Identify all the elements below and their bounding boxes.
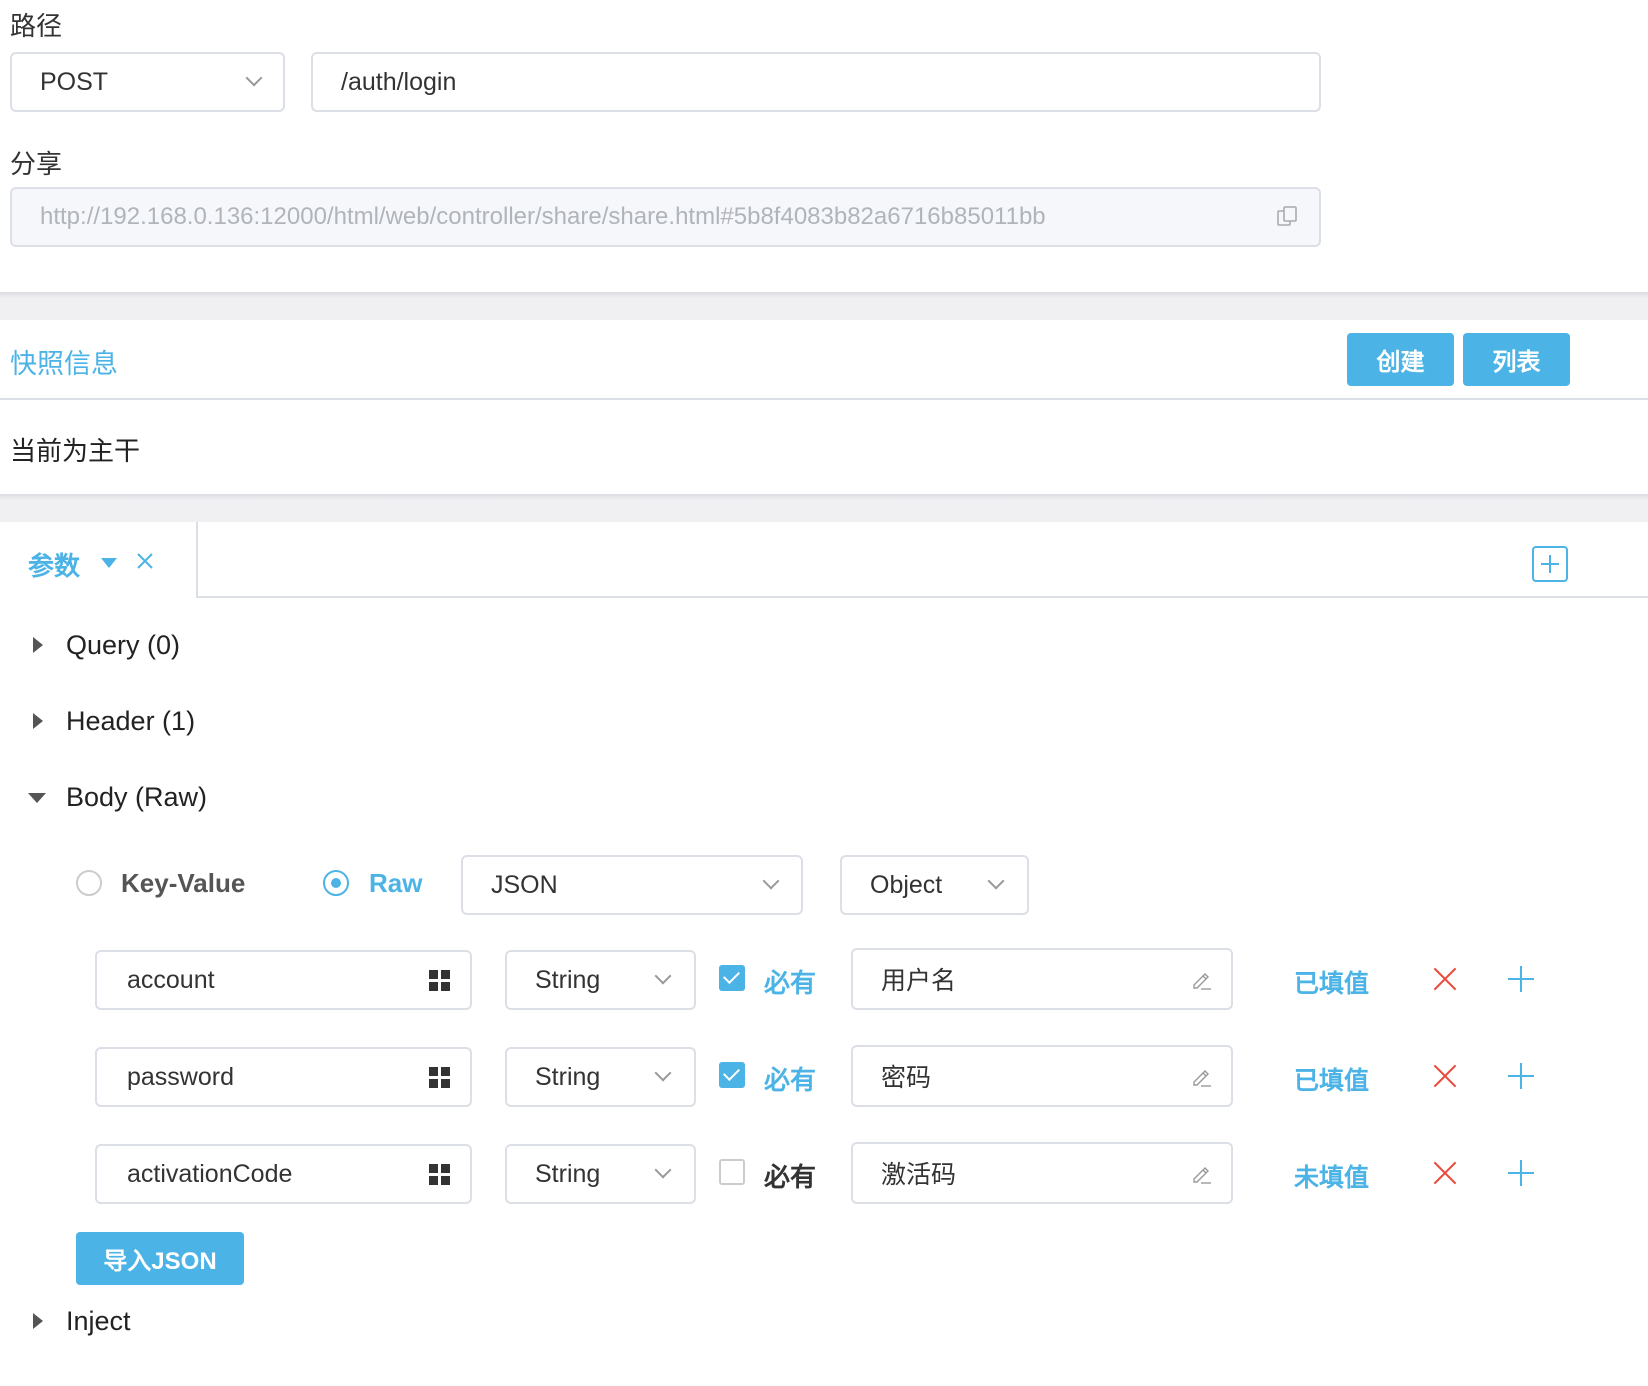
value-status[interactable]: 未填值 [1294,1158,1369,1194]
chevron-down-icon [654,1064,672,1082]
field-name-input[interactable]: activationCode [95,1144,472,1204]
snapshot-status: 当前为主干 [10,436,141,466]
add-tab-button[interactable] [1532,546,1568,582]
field-name-value: password [127,1062,234,1091]
delete-icon[interactable] [1432,1160,1458,1186]
import-json-button[interactable]: 导入JSON [76,1232,244,1285]
section-inject[interactable]: Inject [66,1306,131,1337]
share-url-value: http://192.168.0.136:12000/html/web/cont… [40,203,1046,230]
field-name-value: activationCode [127,1159,293,1188]
chevron-down-icon [654,1161,672,1179]
field-name-input[interactable]: password [95,1047,472,1107]
path-label: 路径 [10,11,63,41]
create-button[interactable]: 创建 [1347,333,1454,386]
expand-icon[interactable] [33,1313,43,1329]
section-header[interactable]: Header (1) [66,706,195,737]
edit-icon[interactable] [1189,1162,1213,1186]
grid-icon[interactable] [429,970,451,992]
required-checkbox[interactable] [719,1062,745,1088]
copy-icon[interactable] [1276,205,1300,229]
field-desc-input[interactable]: 激活码 [851,1142,1233,1204]
field-type-value: String [535,965,601,994]
snapshot-divider [0,398,1648,400]
grid-icon[interactable] [429,1067,451,1089]
required-checkbox[interactable] [719,1159,745,1185]
caret-down-icon[interactable] [101,558,117,568]
share-url-input[interactable]: http://192.168.0.136:12000/html/web/cont… [10,187,1321,247]
required-label[interactable]: 必有 [764,1060,816,1097]
snapshot-title: 快照信息 [10,349,118,379]
chevron-down-icon [245,69,263,87]
edit-icon[interactable] [1189,1065,1213,1089]
root-type-value: Object [870,870,943,899]
delete-icon[interactable] [1432,966,1458,992]
value-status[interactable]: 已填值 [1294,964,1369,1000]
key-value-radio[interactable] [76,870,102,896]
method-value: POST [40,67,109,96]
grid-icon[interactable] [429,1164,451,1186]
close-icon[interactable] [136,552,154,570]
edit-icon[interactable] [1189,968,1213,992]
required-checkbox[interactable] [719,965,745,991]
section-body[interactable]: Body (Raw) [66,782,207,813]
value-status[interactable]: 已填值 [1294,1061,1369,1097]
path-input[interactable]: /auth/login [311,52,1321,112]
list-button[interactable]: 列表 [1463,333,1570,386]
tab-params-label: 参数 [28,551,81,581]
key-value-label[interactable]: Key-Value [121,868,245,899]
raw-label[interactable]: Raw [369,868,422,899]
format-select[interactable]: JSON [461,855,803,915]
method-select[interactable]: POST [10,52,285,112]
field-type-select[interactable]: String [505,1144,696,1204]
share-label: 分享 [10,149,63,179]
field-desc-value: 激活码 [881,1161,957,1189]
add-field-icon[interactable] [1508,1063,1534,1089]
section-query[interactable]: Query (0) [66,630,180,661]
add-field-icon[interactable] [1508,1160,1534,1186]
field-type-value: String [535,1062,601,1091]
chevron-down-icon [987,872,1005,890]
field-type-select[interactable]: String [505,1047,696,1107]
plus-icon [1541,555,1559,573]
raw-radio[interactable] [323,870,349,896]
field-type-value: String [535,1159,601,1188]
field-desc-value: 用户名 [881,967,957,995]
required-label[interactable]: 必有 [764,1157,816,1194]
tab-params[interactable]: 参数 [0,522,198,598]
format-value: JSON [491,870,558,899]
section-divider [0,494,1648,522]
field-type-select[interactable]: String [505,950,696,1010]
add-field-icon[interactable] [1508,966,1534,992]
field-desc-value: 密码 [881,1064,932,1092]
field-desc-input[interactable]: 用户名 [851,948,1233,1010]
field-name-input[interactable]: account [95,950,472,1010]
chevron-down-icon [654,967,672,985]
root-type-select[interactable]: Object [840,855,1029,915]
chevron-down-icon [762,872,780,890]
required-label[interactable]: 必有 [764,963,816,1000]
tab-bar-line [198,596,1648,598]
expand-icon[interactable] [33,713,43,729]
path-value: /auth/login [341,67,457,96]
collapse-icon[interactable] [28,793,46,803]
delete-icon[interactable] [1432,1063,1458,1089]
field-name-value: account [127,965,215,994]
field-desc-input[interactable]: 密码 [851,1045,1233,1107]
section-divider [0,292,1648,320]
expand-icon[interactable] [33,637,43,653]
